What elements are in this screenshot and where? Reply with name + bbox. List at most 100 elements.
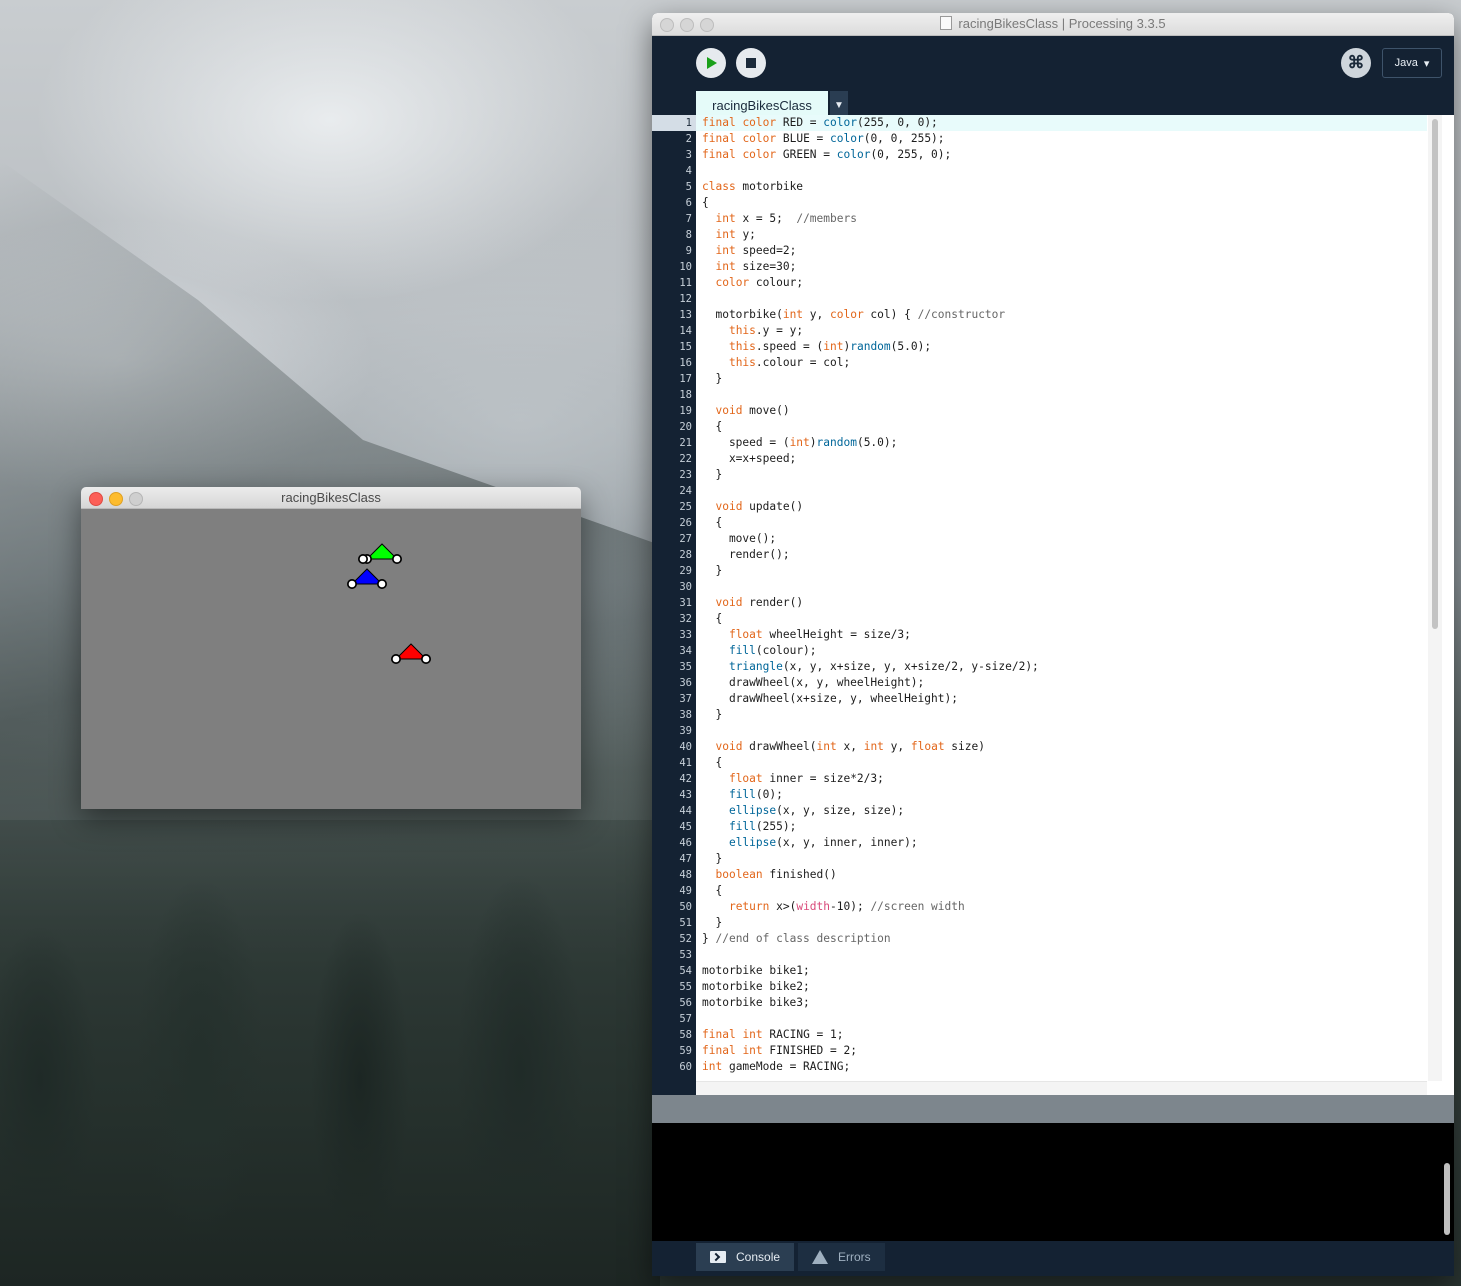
code-line[interactable]: } [696, 851, 1427, 867]
code-line[interactable]: drawWheel(x, y, wheelHeight); [696, 675, 1427, 691]
code-line[interactable]: speed = (int)random(5.0); [696, 435, 1427, 451]
code-line[interactable]: boolean finished() [696, 867, 1427, 883]
line-number: 10 [679, 261, 692, 273]
line-number: 57 [679, 1013, 692, 1025]
ide-minimize-button[interactable] [680, 18, 694, 32]
code-line[interactable]: fill(0); [696, 787, 1427, 803]
line-number: 58 [679, 1029, 692, 1041]
line-number: 37 [679, 693, 692, 705]
mode-selector[interactable]: Java ▾ [1382, 48, 1442, 78]
code-line[interactable]: color colour; [696, 275, 1427, 291]
code-line[interactable]: fill(colour); [696, 643, 1427, 659]
code-line[interactable]: { [696, 195, 1427, 211]
ide-close-button[interactable] [660, 18, 674, 32]
toolbar: ⌘ Java ▾ [652, 36, 1454, 91]
code-line[interactable]: x=x+speed; [696, 451, 1427, 467]
code-line[interactable]: final int RACING = 1; [696, 1027, 1427, 1043]
editor-horizontal-scrollbar[interactable] [696, 1081, 1427, 1096]
code-line[interactable]: motorbike bike2; [696, 979, 1427, 995]
code-line[interactable]: this.colour = col; [696, 355, 1427, 371]
tab-console[interactable]: Console [696, 1243, 795, 1271]
line-number: 45 [679, 821, 692, 833]
code-line[interactable]: } [696, 371, 1427, 387]
line-number: 12 [679, 293, 692, 305]
line-number: 48 [679, 869, 692, 881]
tab-errors[interactable]: Errors [798, 1243, 885, 1271]
code-line[interactable]: motorbike bike3; [696, 995, 1427, 1011]
code-line[interactable]: void render() [696, 595, 1427, 611]
stop-button[interactable] [736, 48, 766, 78]
ide-zoom-button[interactable] [700, 18, 714, 32]
line-number: 50 [679, 901, 692, 913]
code-line[interactable]: float wheelHeight = size/3; [696, 627, 1427, 643]
code-line[interactable] [696, 947, 1427, 963]
code-line[interactable]: motorbike(int y, color col) { //construc… [696, 307, 1427, 323]
line-number: 40 [679, 741, 692, 753]
minimize-button[interactable] [109, 492, 123, 506]
code-line[interactable]: int speed=2; [696, 243, 1427, 259]
sketch-canvas[interactable] [81, 509, 581, 809]
code-line[interactable]: } //end of class description [696, 931, 1427, 947]
code-line[interactable]: void move() [696, 403, 1427, 419]
scrollbar-thumb[interactable] [1432, 119, 1438, 629]
code-line[interactable]: triangle(x, y, x+size, y, x+size/2, y-si… [696, 659, 1427, 675]
console-scrollbar[interactable] [1444, 1163, 1450, 1235]
code-line[interactable]: } [696, 915, 1427, 931]
code-line[interactable]: { [696, 611, 1427, 627]
line-number: 59 [679, 1045, 692, 1057]
code-line[interactable]: ellipse(x, y, size, size); [696, 803, 1427, 819]
code-line[interactable]: ellipse(x, y, inner, inner); [696, 835, 1427, 851]
code-line[interactable]: final int FINISHED = 2; [696, 1043, 1427, 1059]
code-line[interactable]: { [696, 419, 1427, 435]
code-line[interactable]: move(); [696, 531, 1427, 547]
run-button[interactable] [696, 48, 726, 78]
code-line[interactable]: return x>(width-10); //screen width [696, 899, 1427, 915]
code-line[interactable]: } [696, 563, 1427, 579]
code-line[interactable]: this.y = y; [696, 323, 1427, 339]
code-line[interactable]: final color BLUE = color(0, 0, 255); [696, 131, 1427, 147]
code-line[interactable]: int gameMode = RACING; [696, 1059, 1427, 1075]
code-line[interactable] [696, 483, 1427, 499]
code-line[interactable]: drawWheel(x+size, y, wheelHeight); [696, 691, 1427, 707]
bike-red-body [394, 643, 428, 660]
code-line[interactable]: int size=30; [696, 259, 1427, 275]
code-text-area[interactable]: final color RED = color(255, 0, 0); final… [696, 115, 1427, 1081]
bike-green-body [365, 543, 399, 560]
code-line[interactable] [696, 163, 1427, 179]
code-line[interactable]: { [696, 515, 1427, 531]
code-line[interactable]: { [696, 755, 1427, 771]
zoom-button[interactable] [129, 492, 143, 506]
code-line[interactable] [696, 579, 1427, 595]
code-line[interactable]: this.speed = (int)random(5.0); [696, 339, 1427, 355]
line-number: 14 [679, 325, 692, 337]
code-line[interactable] [696, 1011, 1427, 1027]
console-output[interactable] [652, 1123, 1454, 1241]
code-line[interactable] [696, 387, 1427, 403]
editor-vertical-scrollbar[interactable] [1428, 115, 1442, 1081]
line-number: 55 [679, 981, 692, 993]
code-line[interactable]: int x = 5; //members [696, 211, 1427, 227]
code-line[interactable] [696, 291, 1427, 307]
code-line[interactable]: final color RED = color(255, 0, 0); [696, 115, 1427, 131]
code-line[interactable]: { [696, 883, 1427, 899]
line-number: 60 [679, 1061, 692, 1073]
close-button[interactable] [89, 492, 103, 506]
debugger-button[interactable]: ⌘ [1341, 48, 1371, 78]
code-line[interactable]: motorbike bike1; [696, 963, 1427, 979]
code-line[interactable]: } [696, 707, 1427, 723]
ide-titlebar[interactable]: racingBikesClass | Processing 3.3.5 [652, 13, 1454, 36]
code-line[interactable]: int y; [696, 227, 1427, 243]
line-number: 7 [685, 213, 692, 225]
code-line[interactable]: class motorbike [696, 179, 1427, 195]
code-line[interactable] [696, 723, 1427, 739]
code-line[interactable]: float inner = size*2/3; [696, 771, 1427, 787]
code-line[interactable]: fill(255); [696, 819, 1427, 835]
code-line[interactable]: void update() [696, 499, 1427, 515]
code-line[interactable]: void drawWheel(int x, int y, float size) [696, 739, 1427, 755]
code-line[interactable]: render(); [696, 547, 1427, 563]
sketch-titlebar[interactable]: racingBikesClass [81, 487, 581, 509]
line-number: 15 [679, 341, 692, 353]
code-line[interactable]: } [696, 467, 1427, 483]
code-line[interactable]: final color GREEN = color(0, 255, 0); [696, 147, 1427, 163]
line-number: 16 [679, 357, 692, 369]
